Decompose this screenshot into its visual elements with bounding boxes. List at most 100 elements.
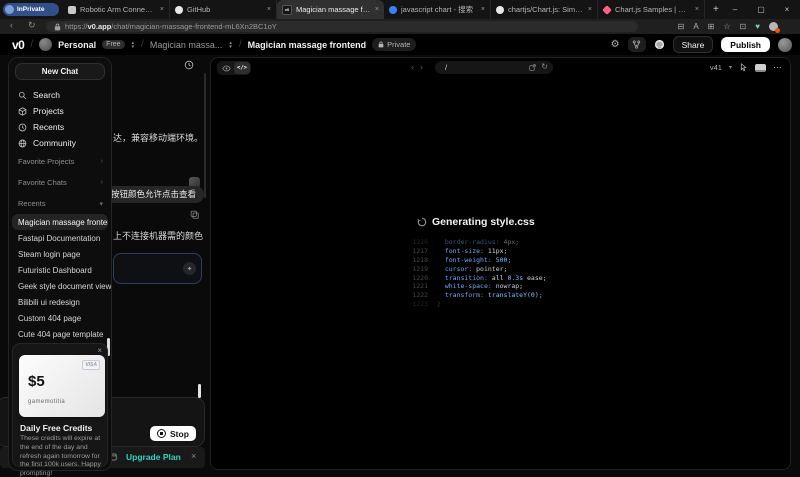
v0-logo[interactable]: v0 xyxy=(12,38,24,52)
code-toggle[interactable]: </> xyxy=(234,62,250,74)
web-capture-icon[interactable]: ⊞ xyxy=(708,20,715,33)
line-number: 1219 xyxy=(406,265,428,273)
preview-refresh-icon[interactable]: ↻ xyxy=(541,62,548,71)
recent-chat-item[interactable]: Futuristic Dashboard xyxy=(9,262,111,278)
refresh-button[interactable]: ↻ xyxy=(28,20,36,31)
recent-chat-item[interactable]: Geek style document view... xyxy=(9,278,111,294)
nav-back-button[interactable]: ‹ xyxy=(411,61,414,74)
new-chat-button[interactable]: New Chat xyxy=(15,63,105,80)
plan-badge: Free xyxy=(102,40,124,49)
browser-essentials-icon[interactable]: ♥ xyxy=(755,20,760,33)
github-icon[interactable] xyxy=(654,39,665,50)
share-button[interactable]: Share xyxy=(673,36,714,53)
section-favorite-chats[interactable]: Favorite Chats› xyxy=(9,172,111,193)
sidebar-item-label: Projects xyxy=(33,106,64,116)
recent-chat-item[interactable]: Fastapi Documentation xyxy=(9,230,111,246)
chevron-icon: › xyxy=(101,179,103,186)
open-external-icon[interactable] xyxy=(529,64,536,71)
recent-chat-item[interactable]: Bilibili ui redesign xyxy=(9,294,111,310)
upgrade-plan-link[interactable]: Upgrade Plan xyxy=(126,452,181,462)
preview-url-bar[interactable]: / ↻ xyxy=(435,61,553,74)
preview-panel: </> ‹ › / ↻ v41 ▾ ⋯ xyxy=(210,57,791,470)
chat-scrollbar[interactable] xyxy=(204,73,206,198)
stop-button[interactable]: Stop xyxy=(150,426,196,441)
chevron-down-icon[interactable]: ▾ xyxy=(729,64,732,71)
tab-close-icon[interactable]: × xyxy=(375,6,379,13)
code-line: 1220 transition: all 0.3s ease; xyxy=(406,273,547,282)
collections-icon[interactable]: ⊡ xyxy=(740,20,747,33)
workspace: 达，兼容移动端环境。 按钮颜色允许点击查看 上不连接机器需的颜色 ✦ Stop … xyxy=(0,55,800,477)
browser-tab[interactable]: GitHub× xyxy=(170,0,277,19)
browser-tab[interactable]: Robotic Arm Connection Issue × xyxy=(63,0,170,19)
history-clock-icon[interactable] xyxy=(184,60,194,70)
browser-tab[interactable]: chartjs/Chart.js: Simple HTML5× xyxy=(491,0,598,19)
recent-chat-item[interactable]: Magician massage frontend⋯ xyxy=(12,214,108,230)
team-name[interactable]: Personal xyxy=(58,40,96,50)
close-window-button[interactable]: × xyxy=(774,0,800,19)
favorites-star-icon[interactable]: ☆ xyxy=(723,20,730,33)
input-scrollbar-thumb[interactable] xyxy=(198,384,201,398)
version-label[interactable]: v41 xyxy=(710,63,722,72)
copy-icon[interactable] xyxy=(190,210,199,219)
tab-close-icon[interactable]: × xyxy=(267,6,271,13)
tab-close-icon[interactable]: × xyxy=(695,6,699,13)
breadcrumb-separator: / xyxy=(141,39,144,50)
privacy-badge[interactable]: Private xyxy=(372,38,416,51)
inline-input[interactable]: ✦ xyxy=(113,253,202,284)
dismiss-icon[interactable]: × xyxy=(191,451,196,461)
assistant-message-partial: 达，兼容移动端环境。 xyxy=(113,131,203,144)
split-screen-icon[interactable]: ⊟ xyxy=(678,20,685,33)
line-number: 1222 xyxy=(406,291,428,299)
credit-amount: $5 xyxy=(28,373,45,390)
maximize-button[interactable]: ▢ xyxy=(748,0,774,19)
project-name[interactable]: Magician massa... xyxy=(150,40,223,50)
credits-title: Daily Free Credits xyxy=(20,423,92,433)
console-panel-icon[interactable] xyxy=(755,64,766,72)
sidebar-item-projects[interactable]: Projects xyxy=(9,103,111,119)
close-icon[interactable]: × xyxy=(97,346,102,355)
section-recents[interactable]: Recents▾ xyxy=(9,193,111,214)
browser-tab[interactable]: v0Magician massage frontend - v× xyxy=(277,0,384,19)
inspect-pointer-icon[interactable] xyxy=(739,63,748,72)
line-number: 1216 xyxy=(406,238,428,246)
code-editor[interactable]: 1216 border-radius: 4px;1217 font-size: … xyxy=(406,238,547,308)
recent-chat-item[interactable]: Steam login page xyxy=(9,246,111,262)
more-menu-icon[interactable]: ⋯ xyxy=(773,62,782,73)
preview-header: </> ‹ › / ↻ v41 ▾ ⋯ xyxy=(211,58,790,78)
search-icon xyxy=(18,91,27,100)
sparkle-icon[interactable]: ✦ xyxy=(183,262,196,275)
sidebar-item-recents[interactable]: Recents xyxy=(9,119,111,135)
user-avatar[interactable] xyxy=(778,38,792,52)
address-bar[interactable]: https://v0.app/chat/magician-massage-fro… xyxy=(46,21,638,32)
back-button[interactable]: ‹ xyxy=(10,20,13,30)
tab-close-icon[interactable]: × xyxy=(160,6,164,13)
sidebar-item-community[interactable]: Community xyxy=(9,135,111,151)
team-avatar xyxy=(39,38,52,51)
settings-gear-icon[interactable]: ⚙ xyxy=(611,39,620,50)
publish-button[interactable]: Publish xyxy=(721,37,770,52)
chevron-updown-icon[interactable]: ▲▼ xyxy=(228,41,232,47)
minimize-button[interactable]: – xyxy=(722,0,748,19)
tab-close-icon[interactable]: × xyxy=(481,6,485,13)
recent-chat-item[interactable]: Cute 404 page template xyxy=(9,326,111,342)
recent-chat-label: Steam login page xyxy=(18,250,80,259)
browser-tab[interactable]: javascript chart - 搜索× xyxy=(384,0,491,19)
line-number: 1218 xyxy=(406,256,428,264)
tab-title: Robotic Arm Connection Issue xyxy=(80,5,156,14)
code-line: 1217 font-size: 11px; xyxy=(406,247,547,256)
profile-icon[interactable] xyxy=(769,22,778,31)
browser-tab[interactable]: Chart.js Samples | Chart.js× xyxy=(598,0,705,19)
user-message-bubble: 按钮颜色允许点击查看 xyxy=(103,186,204,203)
url-text: https://v0.app/chat/magician-massage-fro… xyxy=(65,22,277,31)
preview-eye-toggle[interactable] xyxy=(218,62,234,74)
new-tab-button[interactable]: + xyxy=(713,4,719,15)
nav-forward-button[interactable]: › xyxy=(420,61,423,74)
chevron-updown-icon[interactable]: ▲▼ xyxy=(131,41,135,47)
sidebar-item-search[interactable]: Search xyxy=(9,87,111,103)
section-favorite-projects[interactable]: Favorite Projects› xyxy=(9,151,111,172)
fork-icon xyxy=(632,40,641,49)
recent-chat-item[interactable]: Custom 404 page xyxy=(9,310,111,326)
fork-button[interactable] xyxy=(628,37,646,52)
read-aloud-icon[interactable]: A xyxy=(693,20,698,33)
tab-close-icon[interactable]: × xyxy=(588,6,592,13)
